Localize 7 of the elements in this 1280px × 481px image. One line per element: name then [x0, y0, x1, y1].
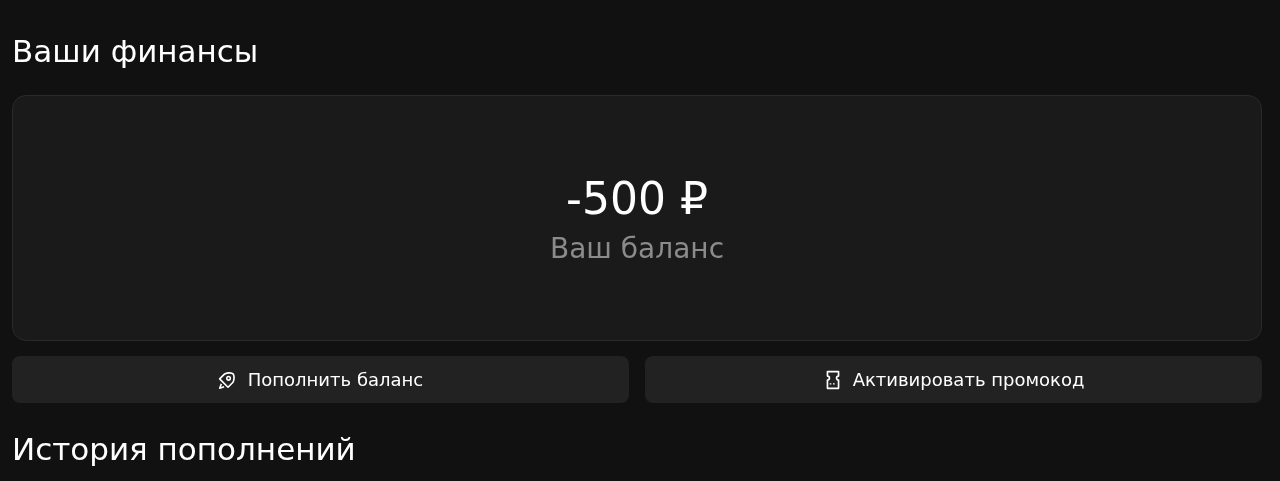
section-title: Ваши финансы: [12, 32, 260, 71]
balance-label: Ваш баланс: [549, 231, 725, 267]
balance-amount: -500 ₽: [566, 172, 708, 226]
rocket-icon: [217, 369, 238, 390]
action-button[interactable]: Пополнить баланс: [12, 356, 629, 403]
section-title: История пополнений: [12, 431, 357, 467]
action-button[interactable]: Активировать промокод: [645, 356, 1262, 403]
